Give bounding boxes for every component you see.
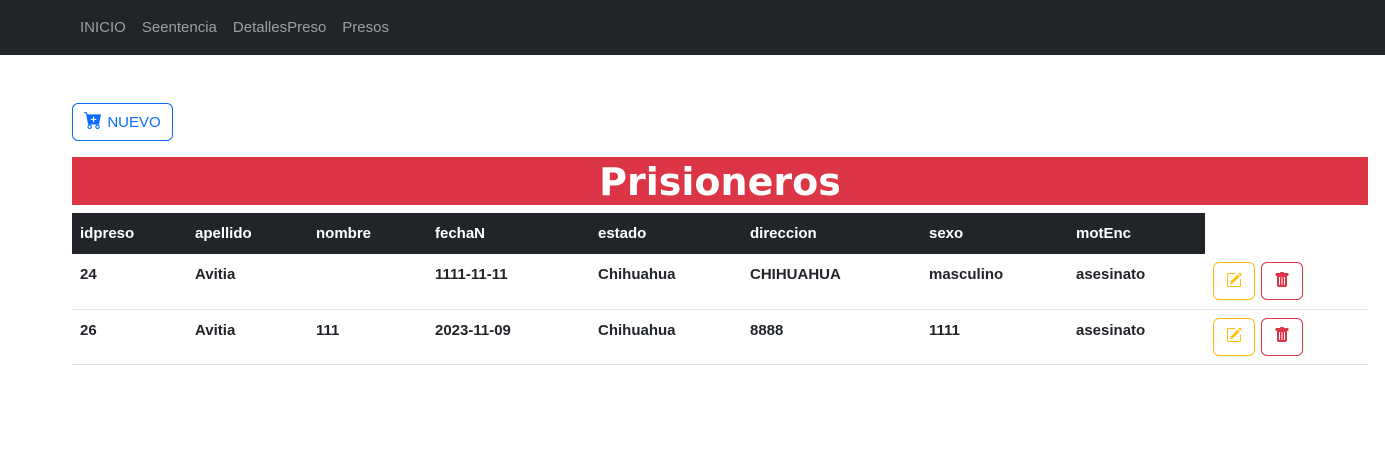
cart-plus-icon (84, 111, 102, 133)
table-body: 24 Avitia 1111-11-11 Chihuahua CHIHUAHUA masc… (72, 254, 1368, 365)
cell-motenc: asesinato (1068, 309, 1205, 365)
row-actions (1205, 309, 1368, 365)
edit-icon (1226, 272, 1242, 291)
column-header-sexo: sexo (921, 213, 1068, 254)
edit-button[interactable] (1213, 317, 1255, 356)
column-header-direccion: direccion (742, 213, 921, 254)
column-header-nombre: nombre (308, 213, 427, 254)
column-header-apellido: apellido (187, 213, 308, 254)
cell-estado: Chihuahua (590, 254, 742, 310)
column-header-fechan: fechaN (427, 213, 590, 254)
edit-button[interactable] (1213, 262, 1255, 301)
column-header-idpreso: idpreso (72, 213, 187, 254)
cell-estado: Chihuahua (590, 309, 742, 365)
cell-direccion: 8888 (742, 309, 921, 365)
delete-button[interactable] (1261, 262, 1303, 301)
column-header-motenc: motEnc (1068, 213, 1205, 254)
trash-icon (1274, 327, 1290, 346)
edit-icon (1226, 327, 1242, 346)
top-navbar: INICIO Seentencia DetallesPreso Presos (0, 0, 1385, 55)
nav-link-sentencia[interactable]: Seentencia (134, 19, 225, 36)
nav-link-inicio[interactable]: INICIO (72, 19, 134, 36)
cell-nombre: 111 (308, 309, 427, 365)
cell-sexo: masculino (921, 254, 1068, 310)
cell-fechan: 1111-11-11 (427, 254, 590, 310)
cell-direccion: CHIHUAHUA (742, 254, 921, 310)
row-actions (1205, 254, 1368, 310)
column-header-actions (1205, 213, 1368, 254)
cell-apellido: Avitia (187, 309, 308, 365)
nav-link-detalles-preso[interactable]: DetallesPreso (225, 19, 334, 36)
page-title: Prisioneros (72, 157, 1368, 205)
cell-motenc: asesinato (1068, 254, 1205, 310)
table-row: 24 Avitia 1111-11-11 Chihuahua CHIHUAHUA masc… (72, 254, 1368, 310)
cell-fechan: 2023-11-09 (427, 309, 590, 365)
cell-sexo: 1111 (921, 309, 1068, 365)
column-header-estado: estado (590, 213, 742, 254)
nav-link-presos[interactable]: Presos (334, 19, 397, 36)
delete-button[interactable] (1261, 317, 1303, 356)
cell-idpreso: 26 (72, 309, 187, 365)
cell-idpreso: 24 (72, 254, 187, 310)
trash-icon (1274, 271, 1290, 291)
prisoners-table: idpreso apellido nombre fechaN estado direcci… (72, 213, 1368, 365)
cell-nombre (308, 254, 427, 310)
new-button-label: NUEVO (107, 113, 161, 131)
table-row: 26 Avitia 111 2023-11-09 Chihuahua 8888 1111 as… (72, 309, 1368, 365)
new-button[interactable]: NUEVO (72, 103, 173, 141)
table-header: idpreso apellido nombre fechaN estado direcci… (72, 213, 1368, 254)
cell-apellido: Avitia (187, 254, 308, 310)
